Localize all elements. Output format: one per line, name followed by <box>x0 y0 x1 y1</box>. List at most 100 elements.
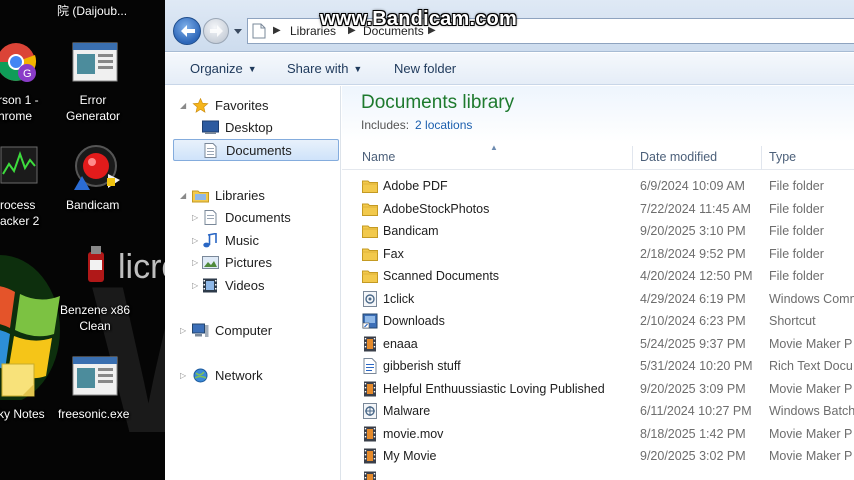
bandicam-label[interactable]: Bandicam <box>66 197 119 213</box>
sort-ascending-icon: ▲ <box>490 143 498 152</box>
file-type: File folder <box>769 246 824 261</box>
file-row[interactable]: Malware 6/11/2024 10:27 PM Windows Batch <box>342 400 854 423</box>
nav-library-documents[interactable]: Documents <box>202 207 332 229</box>
batch-icon <box>363 403 377 419</box>
file-type: Movie Maker P <box>769 381 853 396</box>
expand-arrow-icon[interactable]: ▷ <box>192 213 198 222</box>
file-row[interactable] <box>342 468 854 480</box>
document-icon <box>204 210 217 225</box>
benzene-label[interactable]: Benzene x86 Clean <box>60 302 130 334</box>
pictures-icon <box>202 256 219 269</box>
column-divider[interactable] <box>632 146 633 170</box>
file-name: Helpful Enthuussiastic Loving Published <box>383 381 605 396</box>
chrome-label[interactable]: rson 1 - hrome <box>0 92 39 124</box>
freesonic-label[interactable]: freesonic.exe <box>58 406 129 422</box>
folder-icon <box>362 203 378 216</box>
column-divider[interactable] <box>761 146 762 170</box>
file-row[interactable]: Adobe PDF 6/9/2024 10:09 AM File folder <box>342 175 854 198</box>
file-row[interactable]: Helpful Enthuussiastic Loving Published 9… <box>342 378 854 401</box>
forward-button[interactable] <box>203 18 229 44</box>
history-dropdown-icon[interactable] <box>233 26 243 36</box>
file-list: Adobe PDF 6/9/2024 10:09 AM File folder Ado… <box>342 175 854 480</box>
wallpaper-text: licro <box>118 248 165 286</box>
expand-arrow-icon[interactable]: ▷ <box>192 281 198 290</box>
movie-project-icon <box>364 381 376 396</box>
file-row[interactable]: AdobeStockPhotos 7/22/2024 11:45 AM File f… <box>342 198 854 221</box>
library-title: Documents library <box>361 92 515 113</box>
chrome-icon[interactable]: G <box>0 38 40 86</box>
column-header-name[interactable]: Name <box>362 150 395 164</box>
error-generator-icon[interactable] <box>72 42 118 82</box>
content-pane: Documents library Includes: 2 locations ▲… <box>342 86 854 480</box>
column-header-date[interactable]: Date modified <box>640 150 717 164</box>
file-date: 4/20/2024 12:50 PM <box>640 269 753 283</box>
file-name: Downloads <box>383 314 445 328</box>
file-row[interactable]: gibberish stuff 5/31/2024 10:20 PM Rich Te… <box>342 355 854 378</box>
nav-pictures[interactable]: Pictures <box>202 252 332 274</box>
new-folder-button[interactable]: New folder <box>394 61 456 76</box>
process-hacker-label[interactable]: rocess acker 2 <box>0 197 39 229</box>
folder-icon <box>362 248 378 261</box>
nav-libraries[interactable]: Libraries <box>192 185 332 207</box>
locations-link[interactable]: 2 locations <box>415 118 472 132</box>
file-row[interactable]: 1click 4/29/2024 6:19 PM Windows Comm <box>342 288 854 311</box>
file-date: 8/18/2025 1:42 PM <box>640 426 746 441</box>
process-hacker-icon[interactable] <box>0 146 38 186</box>
file-name: enaaa <box>383 336 418 351</box>
shortcut-icon <box>362 313 378 329</box>
nav-documents-favorite[interactable]: Documents <box>173 139 339 161</box>
file-type: Windows Comm <box>769 291 854 306</box>
file-date: 6/11/2024 10:27 PM <box>640 404 752 418</box>
expand-arrow-icon[interactable]: ▷ <box>180 326 186 335</box>
file-date: 2/10/2024 6:23 PM <box>640 314 746 328</box>
bandicam-icon[interactable] <box>72 144 122 192</box>
nav-favorites[interactable]: Favorites <box>192 95 332 117</box>
collapse-arrow-icon[interactable]: ◢ <box>180 101 186 110</box>
share-with-button[interactable]: Share with ▼ <box>287 61 362 76</box>
file-date: 6/9/2024 10:09 AM <box>640 179 745 193</box>
screen: W licro 院 (Daijoub... G rson 1 - hrome <box>0 0 854 480</box>
file-name: Malware <box>383 404 431 418</box>
desktop-icon <box>202 120 219 134</box>
movie-project-icon <box>364 471 376 480</box>
libraries-icon <box>192 190 209 203</box>
expand-arrow-icon[interactable]: ▷ <box>192 236 198 245</box>
file-name: My Movie <box>383 449 437 463</box>
file-row[interactable]: movie.mov 8/18/2025 1:42 PM Movie Maker P <box>342 423 854 446</box>
document-icon <box>204 143 217 158</box>
file-row[interactable]: enaaa 5/24/2025 9:37 PM Movie Maker P <box>342 333 854 356</box>
file-row[interactable]: Bandicam 9/20/2025 3:10 PM File folder <box>342 220 854 243</box>
expand-arrow-icon[interactable]: ▷ <box>192 258 198 267</box>
nav-network[interactable]: Network <box>192 365 332 387</box>
file-type: Rich Text Docu <box>769 359 853 373</box>
document-icon <box>252 23 266 39</box>
chevron-right-icon[interactable]: ▶ <box>273 25 281 36</box>
organize-button[interactable]: Organize ▼ <box>190 61 257 76</box>
error-generator-label[interactable]: Error Generator <box>66 92 120 124</box>
desktop-top-fragment: 院 (Daijoub... <box>57 4 128 18</box>
file-type: Movie Maker P <box>769 336 853 351</box>
back-button[interactable] <box>173 17 201 45</box>
chevron-down-icon: ▼ <box>353 64 363 74</box>
network-icon <box>193 368 208 383</box>
nav-desktop[interactable]: Desktop <box>202 117 332 139</box>
file-row[interactable]: Downloads 2/10/2024 6:23 PM Shortcut <box>342 310 854 333</box>
collapse-arrow-icon[interactable]: ◢ <box>180 191 186 200</box>
file-row[interactable]: Scanned Documents 4/20/2024 12:50 PM File … <box>342 265 854 288</box>
nav-music[interactable]: Music <box>202 230 332 252</box>
column-header-type[interactable]: Type <box>769 150 796 164</box>
freesonic-icon[interactable] <box>72 356 118 396</box>
file-type: File folder <box>769 269 824 283</box>
file-row[interactable]: My Movie 9/20/2025 3:02 PM Movie Maker P <box>342 445 854 468</box>
cmd-file-icon <box>363 290 377 307</box>
benzene-icon[interactable] <box>84 246 110 286</box>
explorer-window: ▶ Libraries ▶ Documents ▶ Organize ▼ Shar… <box>165 0 854 480</box>
arrow-left-icon <box>181 25 195 37</box>
expand-arrow-icon[interactable]: ▷ <box>180 371 186 380</box>
nav-videos[interactable]: Videos <box>202 275 332 297</box>
music-icon <box>203 233 217 248</box>
nav-computer[interactable]: Computer <box>192 320 332 342</box>
sticky-notes-label[interactable]: ky Notes <box>0 406 45 422</box>
sticky-notes-icon[interactable] <box>0 360 36 400</box>
file-row[interactable]: Fax 2/18/2024 9:52 PM File folder <box>342 243 854 266</box>
